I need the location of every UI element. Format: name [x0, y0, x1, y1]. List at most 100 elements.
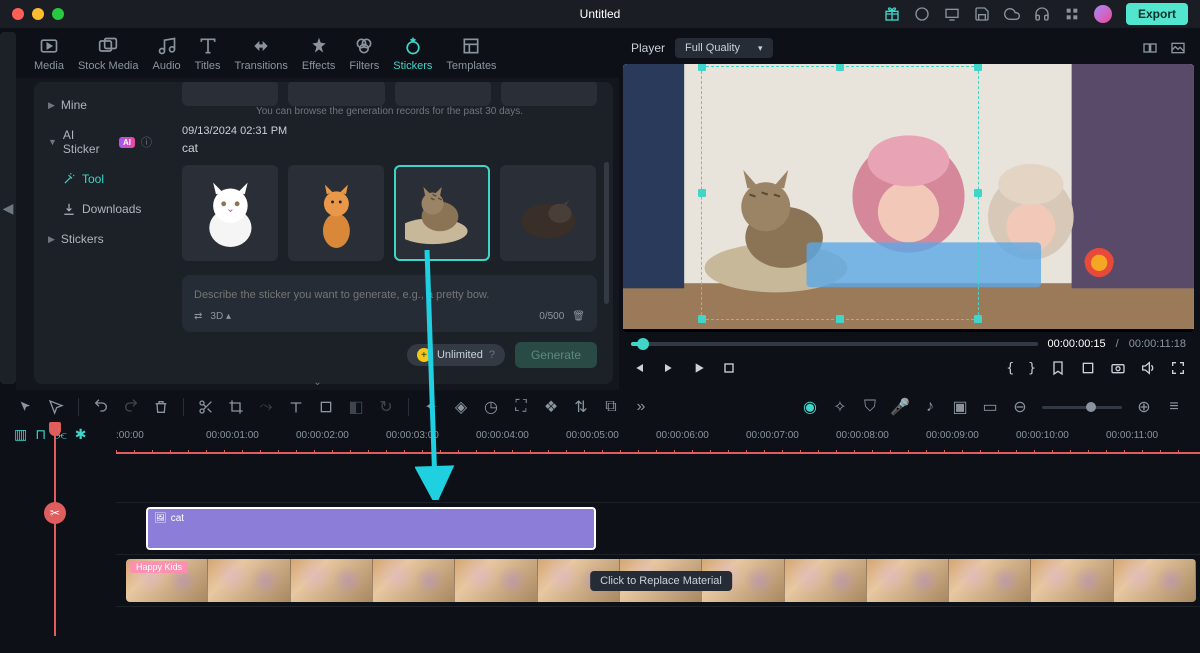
prev-gen-thumb-1[interactable] [182, 82, 278, 106]
crop-icon[interactable] [228, 399, 244, 415]
compare-view-icon[interactable] [1142, 40, 1158, 56]
list-view-icon[interactable]: ≡ [1166, 399, 1182, 415]
timer-icon[interactable]: ◷ [483, 399, 499, 415]
scissors-marker[interactable]: ✂ [44, 502, 66, 524]
undo-icon[interactable] [93, 399, 109, 415]
panel-resize-chevron[interactable]: ⌄ [313, 377, 321, 388]
save-icon[interactable] [974, 6, 990, 22]
timeline-ruler[interactable]: :00:0000:00:01:0000:00:02:0000:00:03:000… [116, 424, 1200, 454]
sticker-result-2[interactable] [288, 165, 384, 261]
document-title: Untitled [580, 7, 621, 21]
prev-gen-thumb-4[interactable] [501, 82, 597, 106]
snapshot-icon[interactable] [1110, 360, 1126, 376]
color-tool-icon[interactable]: ◧ [348, 399, 364, 415]
shield-icon[interactable]: ⛉ [862, 399, 878, 415]
marker-icon[interactable] [1050, 360, 1066, 376]
tab-transitions[interactable]: Transitions [235, 36, 288, 78]
unlimited-badge[interactable]: +Unlimited? [407, 344, 505, 366]
brace-open-icon[interactable]: { [1006, 361, 1014, 376]
zoom-slider[interactable] [1042, 406, 1122, 409]
link-tool-icon[interactable]: ⧉ [603, 399, 619, 415]
marker-timeline-icon[interactable]: ✱ [75, 426, 87, 443]
crop-preview-icon[interactable] [1080, 360, 1096, 376]
scrub-bar[interactable] [631, 342, 1038, 346]
playhead[interactable] [54, 424, 56, 636]
zoom-in-icon[interactable]: ⊕ [1136, 399, 1152, 415]
sticker-prompt-input[interactable] [194, 289, 585, 301]
speed-tool-icon[interactable]: ⤳ [258, 399, 274, 415]
gift-icon[interactable] [884, 6, 900, 22]
settings-tool-icon[interactable]: ⇅ [573, 399, 589, 415]
tab-filters[interactable]: Filters [349, 36, 379, 78]
prev-frame-icon[interactable] [631, 360, 647, 376]
image-icon[interactable] [1170, 40, 1186, 56]
marker-tool-icon[interactable]: ▭ [982, 399, 998, 415]
scissors-icon[interactable] [198, 399, 214, 415]
pointer-tool-icon[interactable] [18, 399, 34, 415]
shuffle-icon[interactable]: ⇄ [194, 311, 202, 322]
tab-titles[interactable]: Titles [195, 36, 221, 78]
apps-icon[interactable] [1064, 6, 1080, 22]
delete-prompt-icon[interactable]: 🗑 [572, 311, 585, 322]
magnet-icon[interactable]: ⊓ [35, 426, 46, 443]
export-button[interactable]: Export [1126, 3, 1188, 25]
tab-audio[interactable]: Audio [153, 36, 181, 78]
ai-tool-icon[interactable]: ◉ [802, 399, 818, 415]
mic-icon[interactable]: 🎤 [892, 399, 908, 415]
display-icon[interactable] [944, 6, 960, 22]
sparkle-tool-icon[interactable]: ✧ [832, 399, 848, 415]
text-tool-icon[interactable] [288, 399, 304, 415]
minimize-window[interactable] [32, 8, 44, 20]
prev-gen-thumb-2[interactable] [288, 82, 384, 106]
tab-templates[interactable]: Templates [446, 36, 496, 78]
redo-icon[interactable] [123, 399, 139, 415]
sidebar-downloads[interactable]: Downloads [34, 194, 166, 224]
sidebar-stickers[interactable]: ▶Stickers [34, 224, 166, 254]
style-mode-select[interactable]: 3D ▴ [210, 311, 231, 322]
avatar[interactable] [1094, 5, 1112, 23]
collapse-left-icon[interactable]: ◀ [0, 32, 16, 384]
tab-effects[interactable]: Effects [302, 36, 335, 78]
tab-stock-media[interactable]: Stock Media [78, 36, 139, 78]
more-tools-icon[interactable]: » [633, 399, 649, 415]
sticker-result-4[interactable] [500, 165, 596, 261]
headphones-icon[interactable] [1034, 6, 1050, 22]
maximize-window[interactable] [52, 8, 64, 20]
sidebar-ai-sticker[interactable]: ▼AI StickerAIⓘ [34, 120, 166, 164]
prev-gen-thumb-3[interactable] [395, 82, 491, 106]
stop-icon[interactable] [721, 360, 737, 376]
tab-stickers[interactable]: Stickers [393, 36, 432, 78]
fullscreen-icon[interactable] [1170, 360, 1186, 376]
adjust-icon[interactable]: ❖ [543, 399, 559, 415]
keyframe-icon[interactable]: ◈ [453, 399, 469, 415]
auto-reframe-icon[interactable]: ⛶ [513, 399, 529, 415]
close-window[interactable] [12, 8, 24, 20]
refresh-tool-icon[interactable]: ↻ [378, 399, 394, 415]
play-icon[interactable] [691, 360, 707, 376]
group-icon[interactable]: ▣ [952, 399, 968, 415]
sidebar-tool[interactable]: Tool [34, 164, 166, 194]
video-clip[interactable]: Happy Kids Click to Replace Material [126, 559, 1196, 602]
effects-tool-icon[interactable]: ✦ [423, 399, 439, 415]
sidebar-mine[interactable]: ▶Mine [34, 90, 166, 120]
zoom-out-icon[interactable]: ⊖ [1012, 399, 1028, 415]
selection-tool-icon[interactable] [48, 399, 64, 415]
mask-tool-icon[interactable] [318, 399, 334, 415]
sticker-clip[interactable]: 🖼cat [146, 507, 596, 550]
brace-close-icon[interactable]: } [1028, 361, 1036, 376]
sticker-result-3-selected[interactable] [394, 165, 490, 261]
sticker-result-1[interactable] [182, 165, 278, 261]
preview-viewport[interactable] [623, 64, 1194, 332]
delete-icon[interactable] [153, 399, 169, 415]
record-icon[interactable] [914, 6, 930, 22]
cloud-icon[interactable] [1004, 6, 1020, 22]
next-frame-icon[interactable] [661, 360, 677, 376]
music-tool-icon[interactable]: ♪ [922, 399, 938, 415]
ruler-tick: 00:00:06:00 [656, 430, 709, 441]
quality-select[interactable]: Full Quality▾ [675, 38, 773, 58]
volume-icon[interactable] [1140, 360, 1156, 376]
panel-scrollbar[interactable] [604, 162, 609, 304]
timeline-filter-icon[interactable]: ▥ [14, 426, 27, 443]
generate-button[interactable]: Generate [515, 342, 597, 368]
tab-media[interactable]: Media [34, 36, 64, 78]
